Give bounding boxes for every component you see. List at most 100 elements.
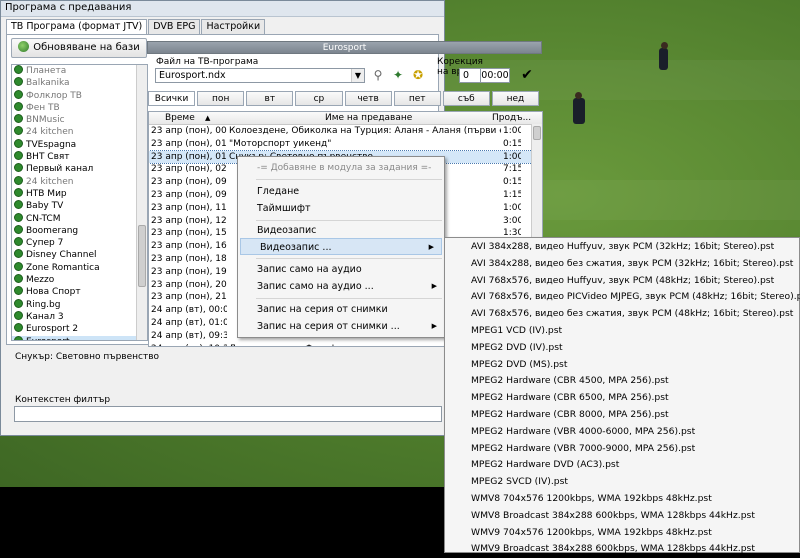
context-menu: -= Добавяне в модула за задания =- Гледа… [237,156,445,338]
medal-icon[interactable]: ✪ [411,68,425,82]
preset-menu-item[interactable]: AVI 384x288, видео Huffyuv, звук PCM (32… [445,239,799,256]
day-tab[interactable]: пон [197,91,245,106]
preset-menu-item[interactable]: AVI 384x288, видео без сжатия, звук PCM … [445,256,799,273]
tab-jtv[interactable]: ТВ Програма (формат JTV) [6,19,148,35]
tab-settings[interactable]: Настройки [201,19,266,34]
record-submenu-label: Видеозапис ... [260,242,332,253]
preset-menu-item[interactable]: MPEG2 DVD (IV).pst [445,340,799,357]
channel-item[interactable]: Канал 3 [12,310,147,323]
channel-item[interactable]: Планета [12,65,147,77]
channel-name: Ring.bg [26,299,61,310]
cell-time: 24 апр (вт), 09:30 [151,330,227,341]
preset-menu-item[interactable]: MPEG2 Hardware DVD (AC3).pst [445,457,799,474]
tab-dvb-epg[interactable]: DVB EPG [148,19,201,34]
preset-menu-item[interactable]: WMV9 704x576 1200kbps, WMA 192kbps 48kHz… [445,525,799,542]
preset-menu-item[interactable]: MPEG2 Hardware (CBR 8000, MPA 256).pst [445,407,799,424]
channel-logo-icon [14,286,23,296]
cell-time: 23 апр (пон), 12:00 [151,215,227,226]
channel-item[interactable]: Нова Спорт [12,286,147,298]
day-tab[interactable]: четв [344,91,392,106]
col-time-header[interactable]: Време [165,112,195,124]
cell-name: "Моторспорт уикенд" [229,138,332,149]
channel-name: 24 kitchen [26,176,74,187]
channel-list[interactable]: Планета Balkanika Фолклор ТВ Фен ТВ BNMusic 2… [11,64,148,341]
channel-item[interactable]: CN-TCM [12,212,147,225]
menu-item-record-submenu[interactable]: Видеозапис ... ▶ [240,238,442,255]
cell-time: 23 апр (пон), 18:00 [151,253,227,264]
channel-item[interactable]: Eurosport 2 [12,323,147,335]
apply-check-button[interactable]: ✔ [518,66,536,84]
preset-menu-item[interactable]: WMV9 Broadcast 384x288 600kbps, WMA 128k… [445,541,799,558]
cell-time: 23 апр (пон), 16:30 [151,241,227,252]
channel-item[interactable]: BNMusic [12,114,147,126]
day-tab[interactable]: пет [393,91,441,106]
channel-list-scrollbar[interactable] [136,65,147,340]
channel-logo-icon [14,163,23,173]
preset-menu-item[interactable]: AVI 768x576, видео без сжатия, звук PCM … [445,306,799,323]
menu-item-watch[interactable]: Гледане [238,183,444,200]
context-filter-input[interactable] [14,406,442,422]
menu-item-record[interactable]: Видеозапис [238,222,444,239]
table-row[interactable]: 23 апр (пон), 01:00"Моторспорт уикенд" 0:… [149,138,542,151]
preset-menu-item[interactable]: AVI 768x576, видео PICVideo MJPEG, звук … [445,289,800,306]
col-duration-header[interactable]: Продъ... [492,112,531,124]
menu-item-audio-submenu[interactable]: Запис само на аудио ... ▶ [238,278,444,295]
channel-item[interactable]: Boomerang [12,224,147,237]
channel-item[interactable]: Фолклор ТВ [12,89,147,102]
channel-item[interactable]: НТВ Мир [12,187,147,200]
menu-item-timeshift[interactable]: Таймшифт [238,200,444,217]
menu-header: -= Добавяне в модула за задания =- [257,163,432,173]
program-file-select[interactable]: Eurosport.ndx ▼ [155,68,365,83]
preset-menu-item[interactable]: MPEG2 Hardware (CBR 6500, MPA 256).pst [445,390,799,407]
correction-time-field[interactable]: 00:00 [480,68,510,83]
channel-tools-icon[interactable]: ✦ [391,68,405,82]
channel-item[interactable]: Balkanika [12,77,147,89]
channel-name: НТВ Мир [26,188,67,199]
channel-item[interactable]: Mezzo [12,274,147,286]
channel-name: ВНТ Свят [26,152,70,163]
channel-item[interactable]: TVEspagna [12,138,147,151]
refresh-databases-button[interactable]: Обновяване на бази [11,38,147,58]
channel-logo-icon [14,249,23,259]
table-row[interactable]: 23 апр (пон), 00:00Колоездене, Обиколка … [149,125,542,138]
preset-menu-item[interactable]: MPEG2 SVCD (IV).pst [445,474,799,491]
preset-menu-item[interactable]: WMV8 704x576 1200kbps, WMA 192kbps 48kHz… [445,491,799,508]
channel-item[interactable]: ВНТ Свят [12,151,147,163]
channel-item[interactable]: Disney Channel [12,249,147,261]
preset-menu-item[interactable]: AVI 768x576, видео Huffyuv, звук PCM (48… [445,273,799,290]
chevron-down-icon[interactable]: ▼ [351,69,364,82]
preset-menu-item[interactable]: MPEG2 Hardware (CBR 4500, MPA 256).pst [445,373,799,390]
channel-item[interactable]: Zone Romantica [12,261,147,274]
cell-time: 23 апр (пон), 09:30 [151,177,227,188]
channel-item[interactable]: Baby TV [12,200,147,212]
channel-item[interactable]: Eurosport [12,335,147,340]
day-tab[interactable]: Всички [148,91,196,106]
preset-menu-item[interactable]: MPEG1 VCD (IV).pst [445,323,799,340]
channel-item[interactable]: Супер 7 [12,237,147,249]
menu-item-snapshots[interactable]: Запис на серия от снимки [238,301,444,318]
preset-menu-item[interactable]: MPEG2 DVD (MS).pst [445,357,799,374]
channel-logo-icon [14,274,23,284]
channel-logo-icon [14,101,23,111]
preset-menu-item[interactable]: MPEG2 Hardware (VBR 4000-6000, MPA 256).… [445,424,799,441]
day-tab[interactable]: ср [295,91,343,106]
channel-item[interactable]: 24 kitchen [12,175,147,188]
channel-item[interactable]: Ring.bg [12,298,147,311]
channel-item[interactable]: Первый канал [12,163,147,175]
preset-menu-item[interactable]: WMV8 Broadcast 384x288 600kbps, WMA 128k… [445,508,799,525]
window-tabs: ТВ Програма (формат JTV) DVB EPG Настрой… [6,19,266,35]
preset-menu-item[interactable]: MPEG2 Hardware (VBR 7000-9000, MPA 256).… [445,441,799,458]
channel-item[interactable]: 24 kitchen [12,126,147,138]
link-icon[interactable]: ⚲ [371,68,385,82]
player-figure [573,92,585,124]
col-name-header[interactable]: Име на предаване [325,112,412,124]
program-description: Снукър: Световно първенство [15,352,160,362]
day-tab[interactable]: съб [442,91,490,106]
program-file-value: Eurosport.ndx [159,70,226,81]
day-tab[interactable]: нед [491,91,539,106]
channel-logo-icon [14,138,23,148]
channel-item[interactable]: Фен ТВ [12,101,147,114]
menu-item-audio[interactable]: Запис само на аудио [238,261,444,278]
day-tab[interactable]: вт [246,91,294,106]
menu-item-snapshots-submenu[interactable]: Запис на серия от снимки ... ▶ [238,318,444,335]
